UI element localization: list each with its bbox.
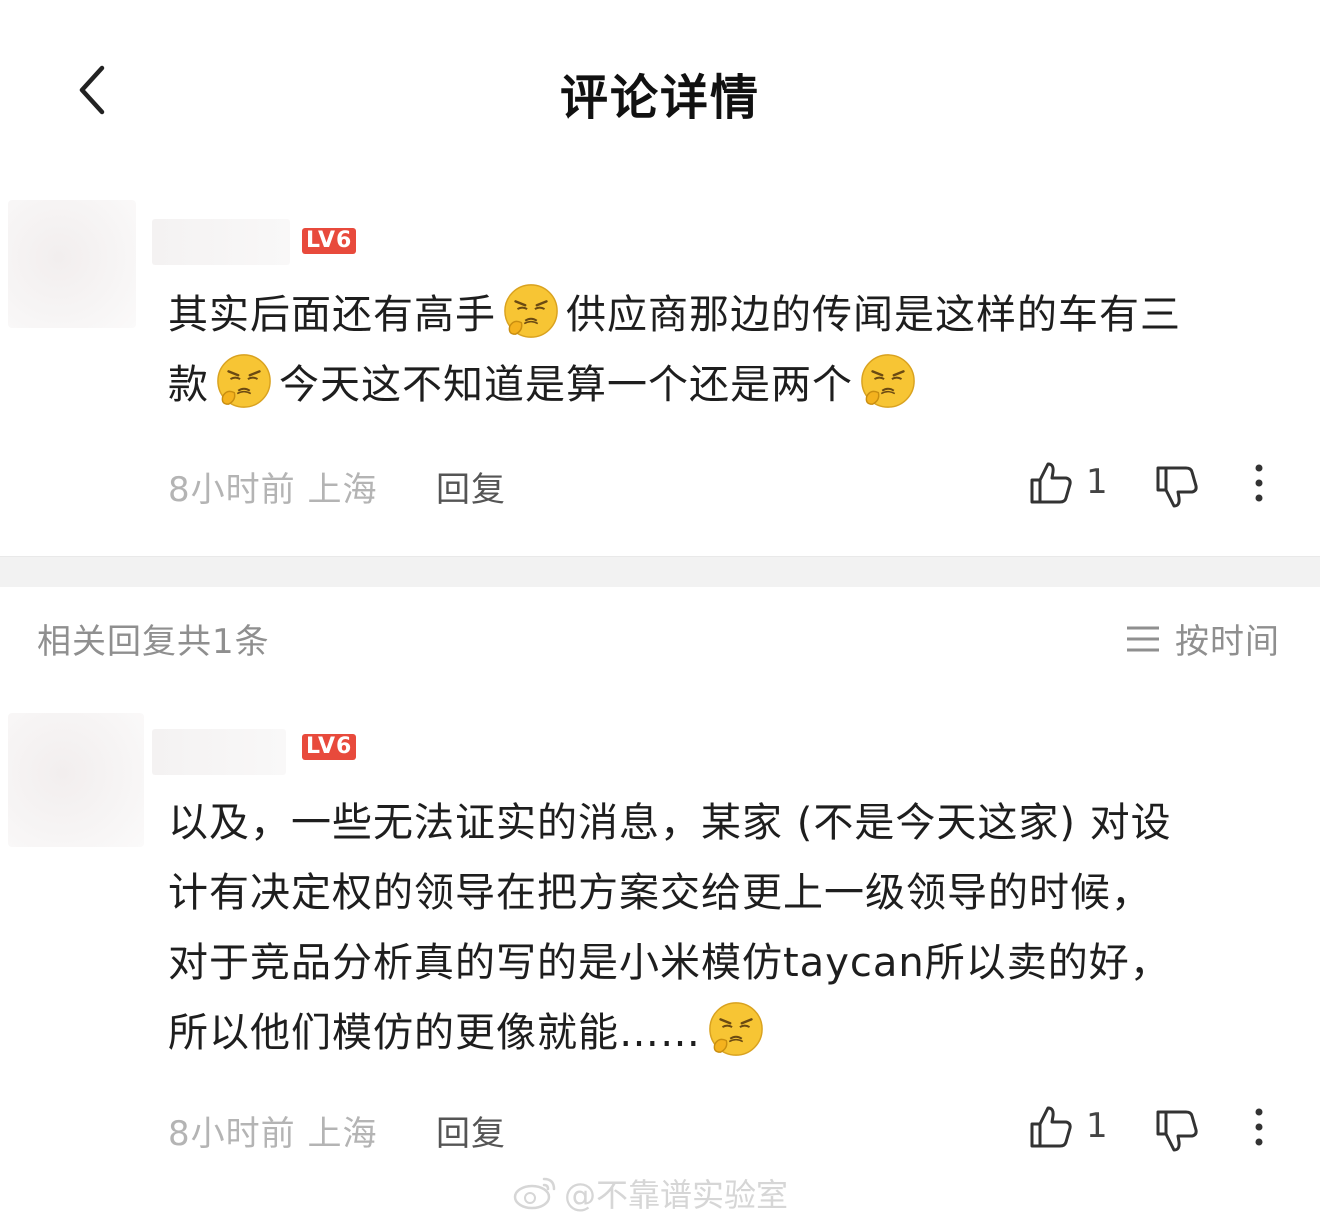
weibo-logo-icon <box>513 1177 556 1210</box>
dislike-button[interactable] <box>1152 1106 1202 1156</box>
reply-line: 计有决定权的领导在把方案交给更上一级领导的时候， <box>168 870 1152 916</box>
dislike-button[interactable] <box>1152 462 1202 512</box>
sort-button[interactable]: 按时间 <box>1125 614 1280 663</box>
smug-face-emoji <box>215 352 273 410</box>
reply-location: 上海 <box>307 1114 378 1154</box>
comment-time: 8小时前 <box>168 470 296 510</box>
reply-button[interactable]: 回复 <box>436 462 506 511</box>
comment-text-part: 供应商那边的传闻是这样的车有三 <box>566 292 1181 338</box>
sort-lines-icon <box>1127 626 1159 651</box>
section-separator <box>0 557 1320 587</box>
comment-meta: 8小时前 上海 <box>168 462 377 511</box>
smug-face-emoji <box>502 282 560 340</box>
more-button[interactable] <box>1244 1102 1274 1152</box>
like-count: 1 <box>1086 462 1108 502</box>
comment-text-part: 款 <box>168 362 209 408</box>
reply-time: 8小时前 <box>168 1114 296 1154</box>
page-title: 评论详情 <box>559 70 760 126</box>
username[interactable] <box>152 729 286 775</box>
username[interactable] <box>152 219 290 265</box>
comment-location: 上海 <box>307 470 378 510</box>
like-button[interactable] <box>1026 1102 1076 1152</box>
header: 评论详情 <box>0 0 1320 180</box>
avatar[interactable] <box>8 713 144 847</box>
more-vertical-icon <box>1255 1108 1263 1146</box>
comment-text-part: 今天这不知道是算一个还是两个 <box>279 362 853 408</box>
comment-text-part: 其实后面还有高手 <box>168 292 496 338</box>
reply-meta: 8小时前 上海 <box>168 1106 377 1155</box>
watermark-text: @不靠谱实验室 <box>564 1176 789 1214</box>
comment-text: 其实后面还有高手 供应商那边的传闻是这样的车有三款 今天这不知道是算一个还是两个 <box>168 280 1278 420</box>
more-vertical-icon <box>1255 464 1263 502</box>
reply-line: 所以他们模仿的更像就能…… <box>168 1010 701 1056</box>
more-button[interactable] <box>1244 458 1274 508</box>
smug-face-emoji <box>859 352 917 410</box>
reply-button[interactable]: 回复 <box>436 1106 506 1155</box>
like-button[interactable] <box>1026 458 1076 508</box>
reply-line: 对于竞品分析真的写的是小米模仿taycan所以卖的好， <box>168 940 1171 986</box>
thumbs-down-icon <box>1156 466 1198 508</box>
level-badge: LV6 <box>302 228 357 254</box>
smug-face-emoji <box>707 1000 765 1058</box>
watermark: @不靠谱实验室 <box>512 1170 788 1216</box>
replies-count: 相关回复共1条 <box>37 622 270 662</box>
reply-line: 以及，一些无法证实的消息，某家 (不是今天这家) 对设 <box>168 800 1172 846</box>
avatar[interactable] <box>8 200 136 328</box>
reply-text: 以及，一些无法证实的消息，某家 (不是今天这家) 对设 计有决定权的领导在把方案… <box>168 788 1278 1068</box>
like-count: 1 <box>1086 1106 1108 1146</box>
sort-label: 按时间 <box>1175 622 1280 662</box>
thumbs-up-icon <box>1030 462 1072 504</box>
thumbs-up-icon <box>1030 1106 1072 1148</box>
level-badge: LV6 <box>302 734 357 760</box>
thumbs-down-icon <box>1156 1110 1198 1152</box>
